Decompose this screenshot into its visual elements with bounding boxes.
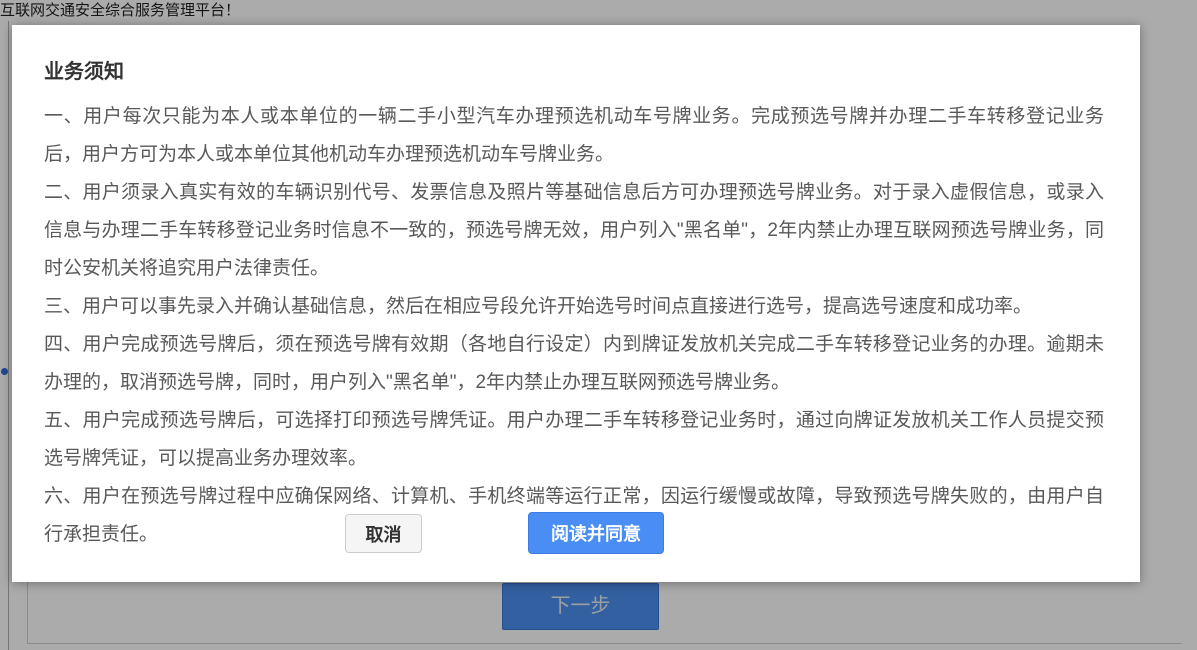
notice-paragraph-4: 四、用户完成预选号牌后，须在预选号牌有效期（各地自行设定）内到牌证发放机关完成二… bbox=[44, 326, 1104, 402]
business-notice-dialog: 业务须知 一、用户每次只能为本人或本单位的一辆二手小型汽车办理预选机动车号牌业务… bbox=[12, 25, 1140, 582]
agree-button[interactable]: 阅读并同意 bbox=[528, 512, 664, 554]
notice-paragraph-3: 三、用户可以事先录入并确认基础信息，然后在相应号段允许开始选号时间点直接进行选号… bbox=[44, 288, 1104, 326]
cancel-button[interactable]: 取消 bbox=[345, 514, 422, 553]
notice-text: 一、用户每次只能为本人或本单位的一辆二手小型汽车办理预选机动车号牌业务。完成预选… bbox=[44, 98, 1104, 554]
notice-paragraph-2: 二、用户须录入真实有效的车辆识别代号、发票信息及照片等基础信息后方可办理预选号牌… bbox=[44, 174, 1104, 288]
notice-paragraph-1: 一、用户每次只能为本人或本单位的一辆二手小型汽车办理预选机动车号牌业务。完成预选… bbox=[44, 98, 1104, 174]
dialog-title: 业务须知 bbox=[44, 55, 1108, 84]
notice-paragraph-5: 五、用户完成预选号牌后，可选择打印预选号牌凭证。用户办理二手车转移登记业务时，通… bbox=[44, 402, 1104, 478]
